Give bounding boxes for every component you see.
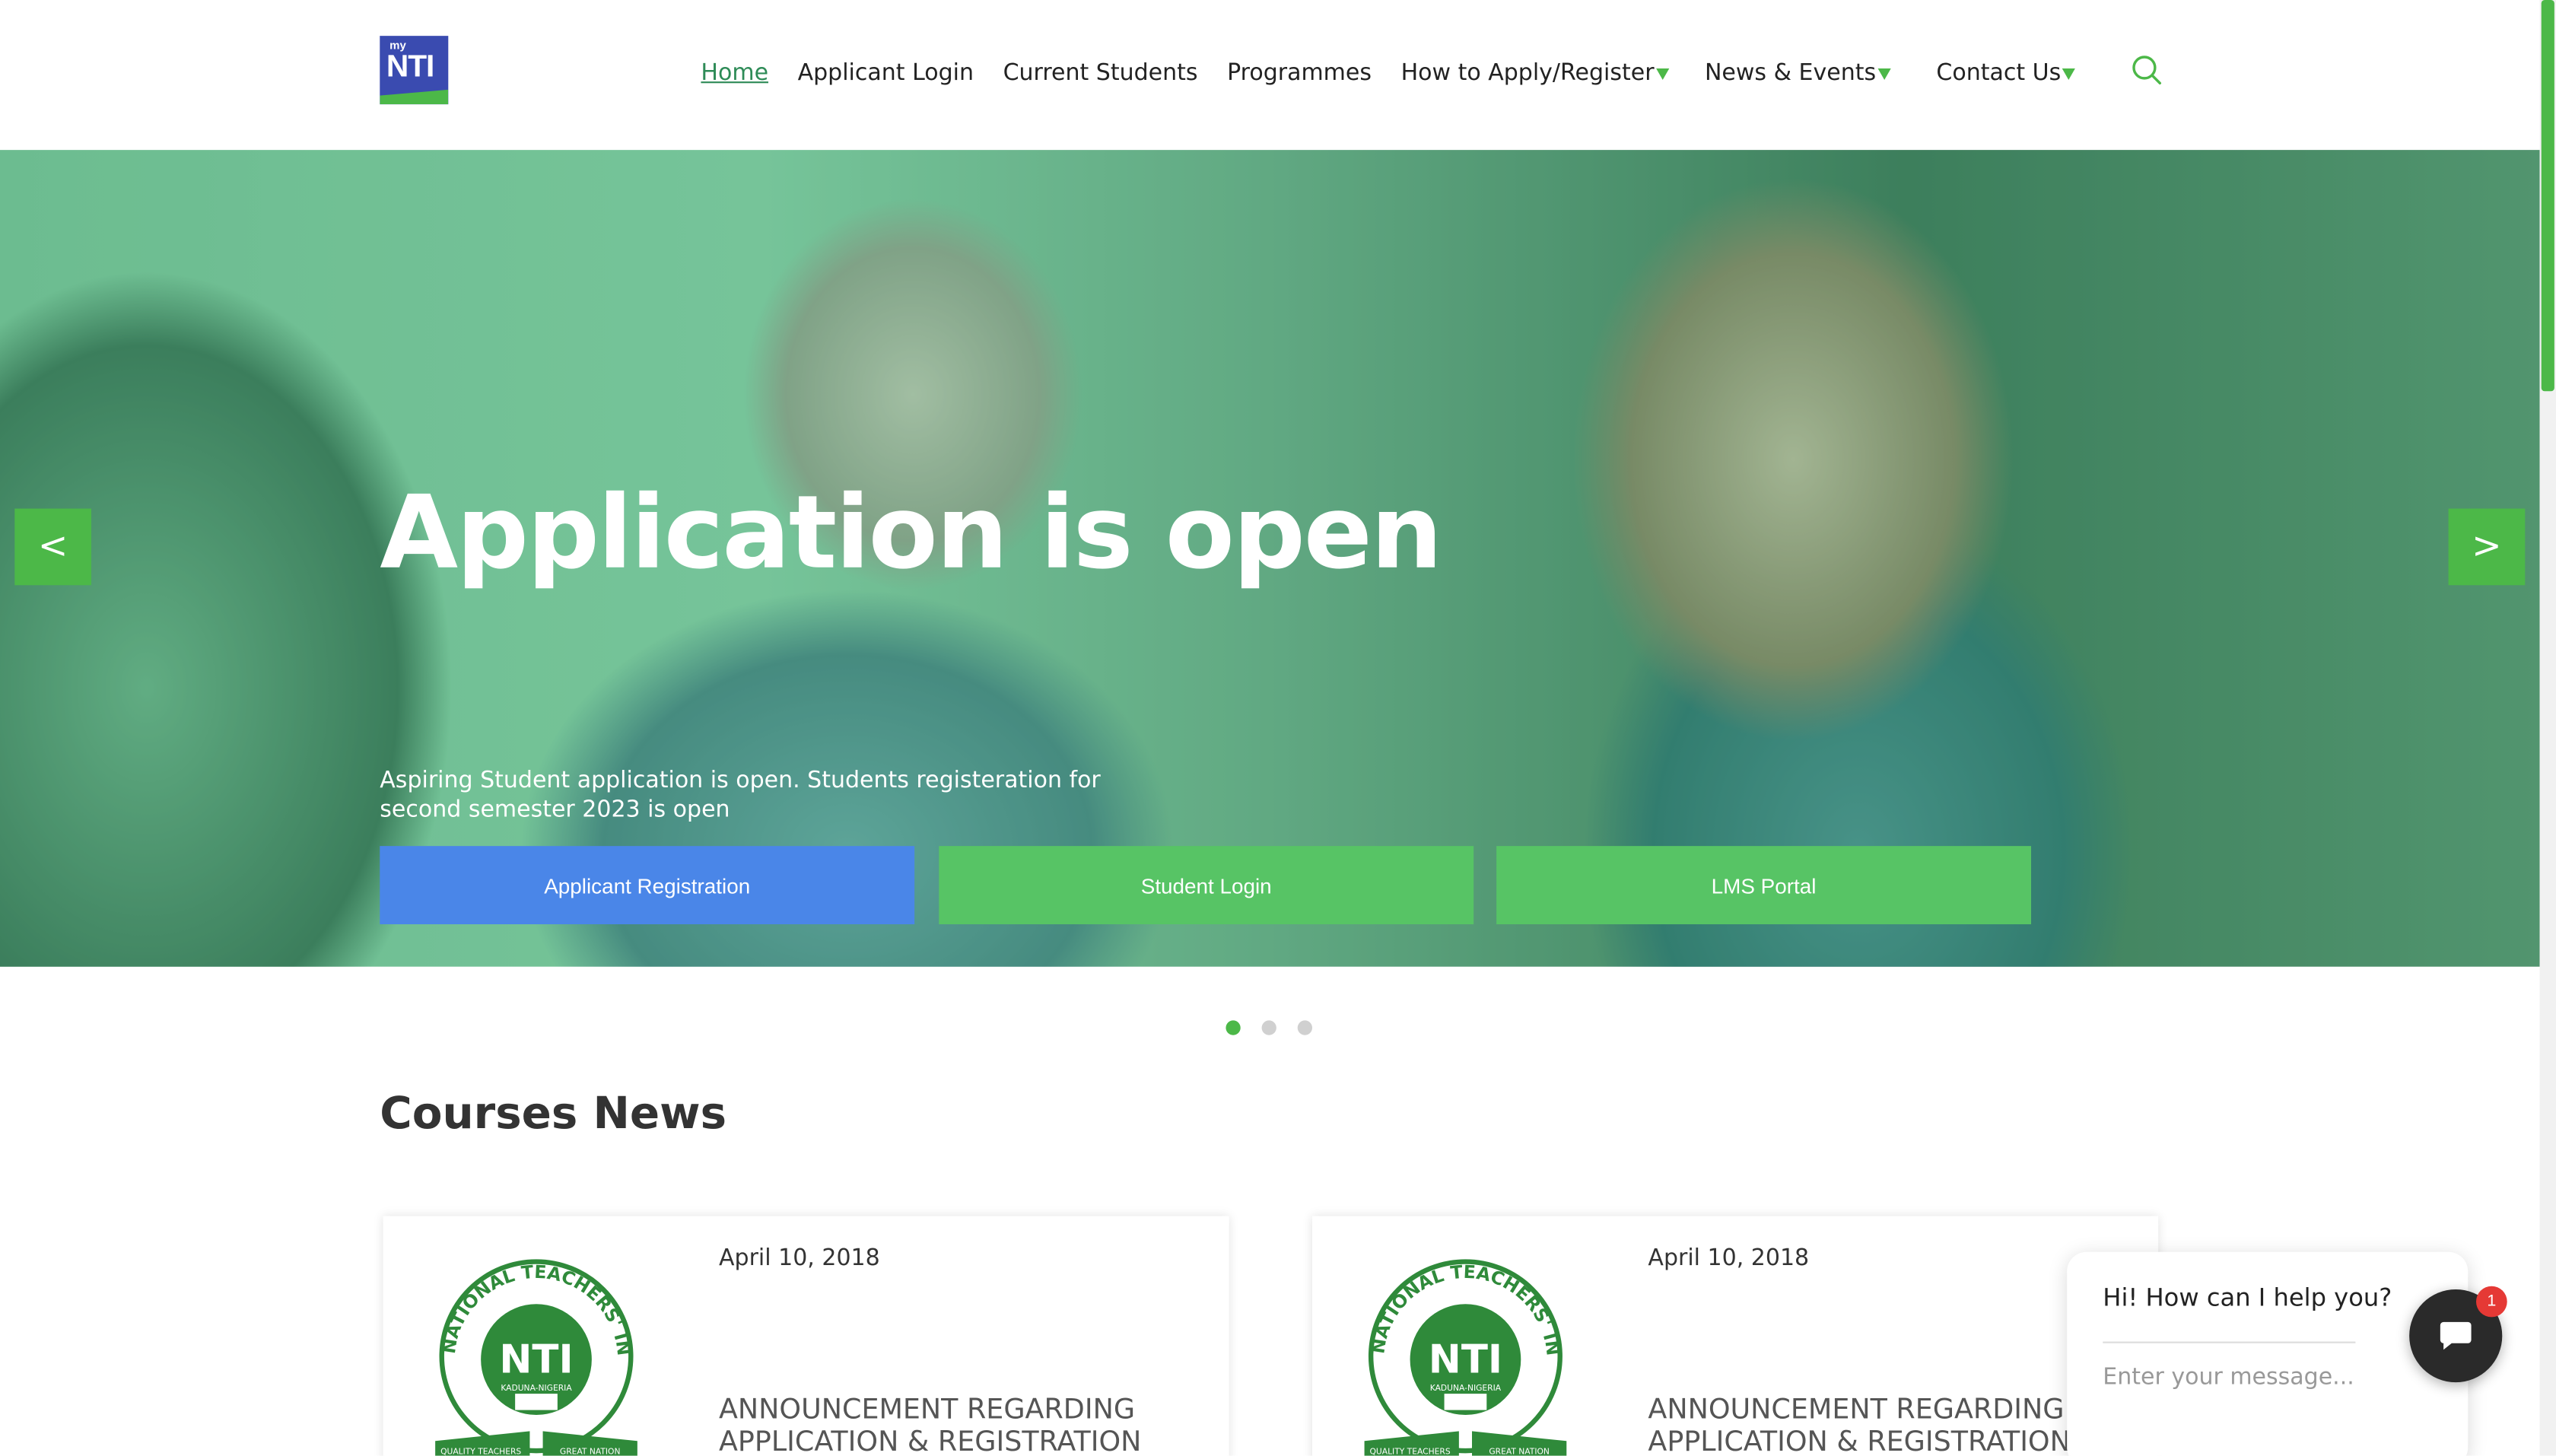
chat-divider bbox=[2103, 1341, 2356, 1343]
svg-text:GREAT NATION: GREAT NATION bbox=[560, 1446, 621, 1455]
nav-news-events-label: News & Events bbox=[1704, 60, 1877, 87]
nti-seal-icon: NATIONAL TEACHERS' INSTITUTE NTI KADUNA-… bbox=[1355, 1242, 1567, 1456]
card-heading[interactable]: ANNOUNCEMENT REGARDING APPLICATION & REG… bbox=[719, 1394, 1208, 1455]
notification-badge: 1 bbox=[2476, 1286, 2507, 1318]
logo-green-band bbox=[380, 89, 449, 105]
chevron-down-icon[interactable] bbox=[1877, 67, 1891, 79]
chat-greeting: Hi! How can I help you? bbox=[2103, 1283, 2392, 1312]
nav-applicant-login[interactable]: Applicant Login bbox=[798, 60, 974, 86]
svg-text:QUALITY TEACHERS: QUALITY TEACHERS bbox=[1370, 1446, 1451, 1455]
main-nav: Home Applicant Login Current Students Pr… bbox=[701, 56, 2092, 91]
chevron-down-icon[interactable] bbox=[1655, 67, 1669, 79]
news-card[interactable]: NATIONAL TEACHERS' INSTITUTE NTI KADUNA-… bbox=[1312, 1216, 2159, 1456]
nti-logo[interactable]: my NTI bbox=[380, 36, 449, 105]
slider-prev-button[interactable]: < bbox=[14, 508, 91, 586]
slider-dot-2[interactable] bbox=[1261, 1020, 1276, 1035]
hero-title: Application is open bbox=[380, 472, 1442, 592]
nav-contact-us[interactable]: Contact Us bbox=[1936, 60, 2061, 86]
svg-text:GREAT NATION: GREAT NATION bbox=[1489, 1446, 1550, 1455]
page: my NTI Home Applicant Login Current Stud… bbox=[0, 0, 2556, 1456]
svg-text:KADUNA-NIGERIA: KADUNA-NIGERIA bbox=[501, 1383, 572, 1393]
svg-text:QUALITY TEACHERS: QUALITY TEACHERS bbox=[440, 1446, 521, 1455]
nav-news-events[interactable]: News & Events bbox=[1705, 60, 1876, 86]
nav-home[interactable]: Home bbox=[701, 60, 768, 86]
nav-how-to-apply[interactable]: How to Apply/Register bbox=[1401, 60, 1655, 86]
chat-message-input[interactable] bbox=[2103, 1359, 2396, 1396]
slider-dot-3[interactable] bbox=[1297, 1020, 1312, 1035]
svg-text:NTI: NTI bbox=[499, 1337, 573, 1382]
nav-programmes[interactable]: Programmes bbox=[1227, 60, 1372, 86]
nav-contact-us-label: Contact Us bbox=[1936, 60, 2062, 87]
section-title: Courses News bbox=[380, 1089, 727, 1140]
lms-portal-button[interactable]: LMS Portal bbox=[1496, 846, 2031, 924]
svg-text:KADUNA-NIGERIA: KADUNA-NIGERIA bbox=[1430, 1383, 1502, 1393]
hero-description: Aspiring Student application is open. St… bbox=[380, 768, 1101, 824]
svg-text:NTI: NTI bbox=[1429, 1337, 1502, 1382]
card-heading[interactable]: ANNOUNCEMENT REGARDING APPLICATION & REG… bbox=[1648, 1394, 2137, 1455]
chevron-down-icon[interactable] bbox=[2062, 67, 2076, 79]
slider-dots bbox=[1226, 1020, 1333, 1035]
nti-seal-icon: NATIONAL TEACHERS' INSTITUTE NTI KADUNA-… bbox=[425, 1242, 637, 1456]
nav-current-students[interactable]: Current Students bbox=[1003, 60, 1198, 86]
card-date: April 10, 2018 bbox=[1648, 1245, 1810, 1272]
logo-main-text: NTI bbox=[386, 50, 434, 85]
chat-widget: Hi! How can I help you? bbox=[2067, 1251, 2469, 1456]
chat-bubble-icon bbox=[2440, 1321, 2472, 1350]
card-date: April 10, 2018 bbox=[719, 1245, 880, 1272]
news-card[interactable]: NATIONAL TEACHERS' INSTITUTE NTI KADUNA-… bbox=[383, 1216, 1229, 1456]
hero-slider: Application is open Aspiring Student app… bbox=[0, 150, 2540, 967]
nav-how-to-apply-label: How to Apply/Register bbox=[1400, 60, 1655, 87]
site-header: my NTI Home Applicant Login Current Stud… bbox=[0, 0, 2540, 151]
student-login-button[interactable]: Student Login bbox=[939, 846, 1474, 924]
search-icon[interactable] bbox=[2131, 54, 2163, 87]
scrollbar-thumb[interactable] bbox=[2541, 0, 2554, 392]
applicant-registration-button[interactable]: Applicant Registration bbox=[380, 846, 915, 924]
slider-next-button[interactable]: > bbox=[2448, 508, 2526, 586]
slider-dot-1[interactable] bbox=[1226, 1020, 1241, 1035]
